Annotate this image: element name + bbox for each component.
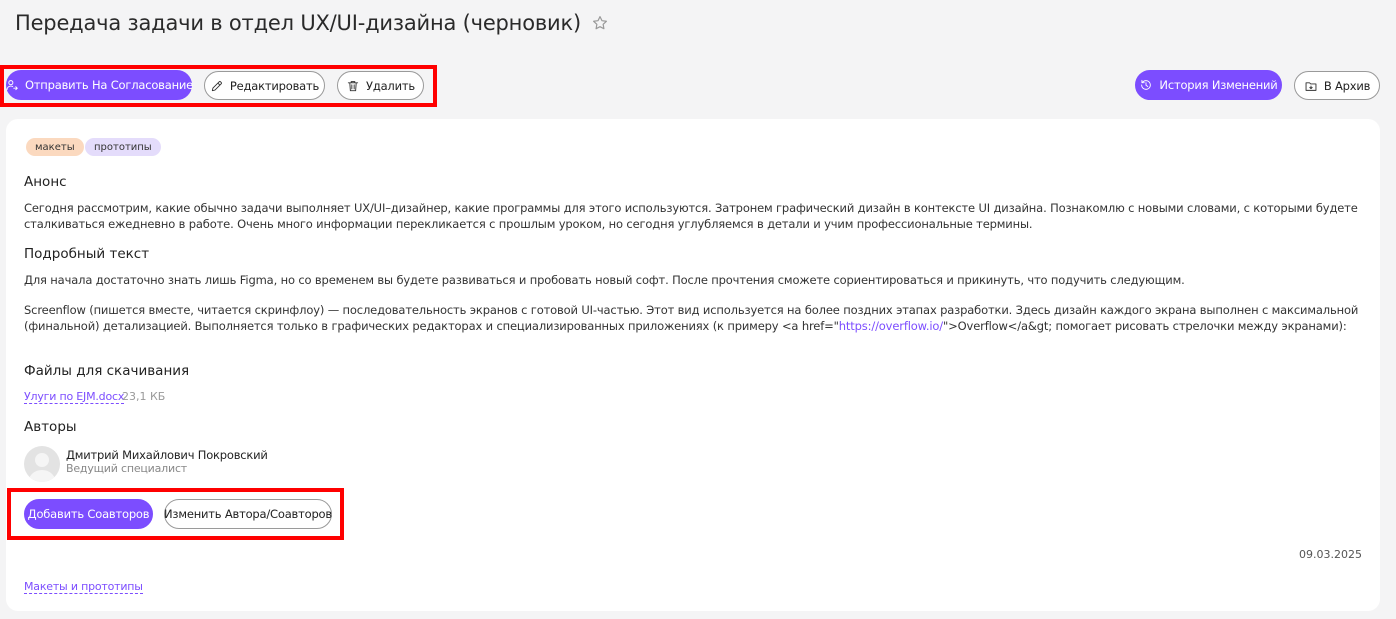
top-actions-highlight <box>0 65 437 107</box>
author-actions-highlight <box>7 488 344 540</box>
file-link[interactable]: Улуги по EJM.docx <box>24 390 124 404</box>
author-name: Дмитрий Михайлович Покровский <box>66 448 268 462</box>
page-title-text: Передача задачи в отдел UX/UI-дизайна (ч… <box>15 11 581 35</box>
avatar <box>24 446 60 482</box>
page-title: Передача задачи в отдел UX/UI-дизайна (ч… <box>15 11 609 35</box>
star-icon[interactable] <box>591 14 609 32</box>
announce-heading: Анонс <box>24 174 67 190</box>
history-label: История Изменений <box>1159 78 1278 92</box>
file-size: 23,1 КБ <box>122 390 166 403</box>
detail-paragraph-1: Для начала достаточно знать лишь Figma, … <box>24 273 1185 287</box>
detail-heading: Подробный текст <box>24 246 150 262</box>
archive-icon <box>1305 81 1317 91</box>
author-role: Ведущий специалист <box>66 462 188 475</box>
tag-prototipy[interactable]: прототипы <box>85 138 161 156</box>
history-icon <box>1141 79 1152 90</box>
archive-button[interactable]: В Архив <box>1294 71 1380 100</box>
announce-text: Сегодня рассмотрим, какие обычно задачи … <box>24 201 1358 231</box>
user-avatar-icon <box>28 453 56 482</box>
detail-paragraph-2: Screenflow (пишется вместе, читается скр… <box>24 303 1369 334</box>
detail-paragraph-2-after: ">Overflow</a&gt; помогает рисовать стре… <box>943 318 1347 333</box>
archive-label: В Архив <box>1323 78 1371 93</box>
authors-heading: Авторы <box>24 419 77 435</box>
overflow-link[interactable]: https://overflow.io/ <box>839 319 943 333</box>
history-button[interactable]: История Изменений <box>1135 70 1282 100</box>
files-heading: Файлы для скачивания <box>24 363 190 379</box>
tag-makety[interactable]: макеты <box>26 138 84 156</box>
category-link[interactable]: Макеты и прототипы <box>24 580 143 594</box>
date: 09.03.2025 <box>1299 548 1362 561</box>
